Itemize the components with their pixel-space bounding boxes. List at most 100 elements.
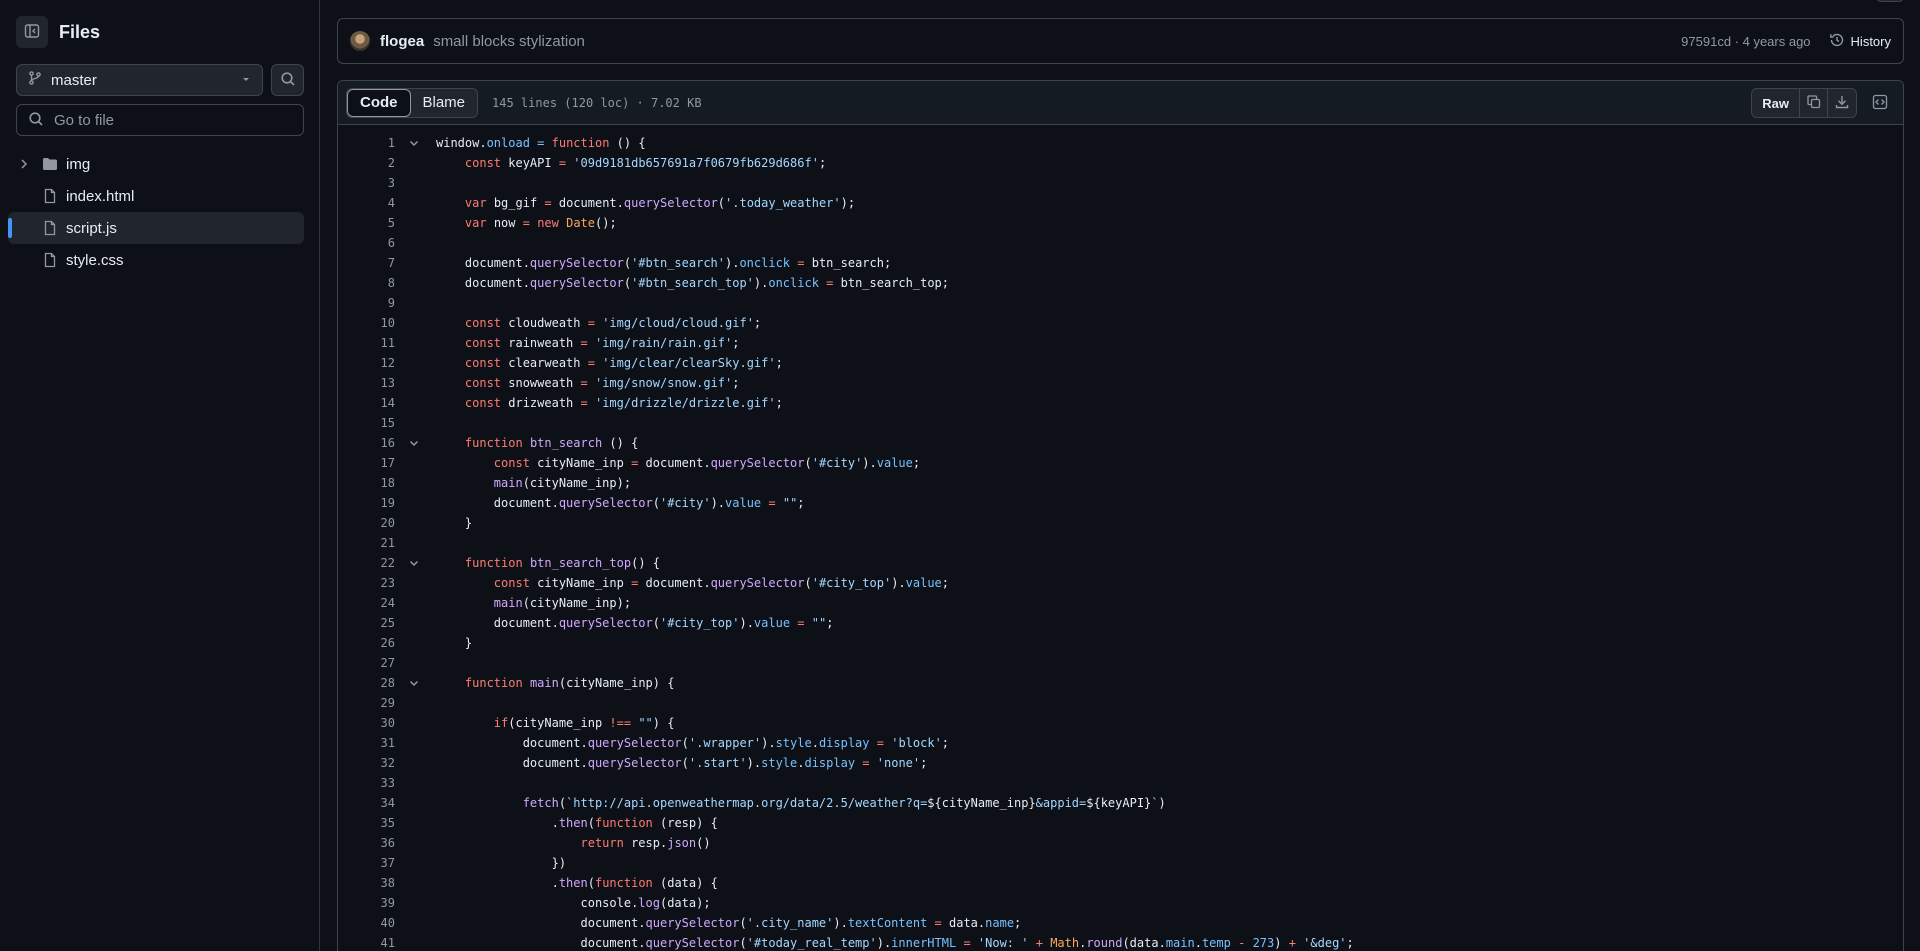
line-number[interactable]: 6 — [338, 236, 395, 250]
file-tree-sidebar: Files master Go to file img index.html s… — [0, 0, 320, 951]
symbols-panel-button[interactable] — [1865, 88, 1895, 118]
line-number[interactable]: 22 — [338, 556, 395, 570]
commit-author-link[interactable]: flogea — [380, 33, 424, 50]
code-line: 29 — [338, 693, 1903, 713]
line-number[interactable]: 39 — [338, 896, 395, 910]
line-number[interactable]: 18 — [338, 476, 395, 490]
fold-chevron-icon[interactable] — [395, 557, 433, 569]
avatar[interactable] — [350, 31, 370, 51]
line-number[interactable]: 37 — [338, 856, 395, 870]
chevron-right-icon[interactable] — [18, 158, 34, 170]
line-number[interactable]: 27 — [338, 656, 395, 670]
line-number[interactable]: 21 — [338, 536, 395, 550]
download-raw-button[interactable] — [1828, 89, 1856, 117]
code-line: 7 document.querySelector('#btn_search').… — [338, 253, 1903, 273]
line-number[interactable]: 2 — [338, 156, 395, 170]
line-number[interactable]: 7 — [338, 256, 395, 270]
commit-meta[interactable]: 97591cd · 4 years ago — [1681, 34, 1810, 49]
line-number[interactable]: 17 — [338, 456, 395, 470]
line-number[interactable]: 34 — [338, 796, 395, 810]
line-number[interactable]: 31 — [338, 736, 395, 750]
collapse-sidebar-button[interactable] — [16, 16, 48, 48]
line-number[interactable]: 4 — [338, 196, 395, 210]
line-number[interactable]: 25 — [338, 616, 395, 630]
fold-chevron-icon[interactable] — [395, 677, 433, 689]
line-number[interactable]: 28 — [338, 676, 395, 690]
code-line: 19 document.querySelector('#city').value… — [338, 493, 1903, 513]
copy-raw-button[interactable] — [1800, 89, 1828, 117]
code-line: 15 — [338, 413, 1903, 433]
tree-item-label: index.html — [66, 187, 135, 205]
tab-blame[interactable]: Blame — [411, 89, 478, 117]
code-text: const cloudweath = 'img/cloud/cloud.gif'… — [464, 316, 762, 330]
latest-commit-bar: flogea small blocks stylization 97591cd … — [337, 18, 1904, 64]
line-number[interactable]: 29 — [338, 696, 395, 710]
line-number[interactable]: 41 — [338, 936, 395, 950]
code-line: 34 fetch(`http://api.openweathermap.org/… — [338, 793, 1903, 813]
branch-selector[interactable]: master — [16, 64, 263, 96]
code-text: fetch(`http://api.openweathermap.org/dat… — [522, 796, 1166, 810]
top-toolbar-button-edge[interactable] — [1876, 0, 1904, 2]
history-label: History — [1850, 33, 1891, 49]
code-square-icon — [1872, 94, 1888, 113]
line-number[interactable]: 32 — [338, 756, 395, 770]
go-to-file-field[interactable] — [16, 104, 304, 136]
line-number[interactable]: 16 — [338, 436, 395, 450]
code-text: document.querySelector('.wrapper').style… — [436, 736, 950, 750]
line-number[interactable]: 26 — [338, 636, 395, 650]
code-view[interactable]: 1 window.onload = function () {2 const ke… — [338, 125, 1903, 951]
line-number[interactable]: 1 — [338, 136, 395, 150]
code-line: 12 const clearweath = 'img/clear/clearSk… — [338, 353, 1903, 373]
line-number[interactable]: 13 — [338, 376, 395, 390]
line-number[interactable]: 14 — [338, 396, 395, 410]
code-line: 31 document.querySelector('.wrapper').st… — [338, 733, 1903, 753]
line-number[interactable]: 20 — [338, 516, 395, 530]
line-number[interactable]: 36 — [338, 836, 395, 850]
line-number[interactable]: 10 — [338, 316, 395, 330]
tree-item-index-html[interactable]: index.html — [8, 180, 304, 212]
code-line: 27 — [338, 653, 1903, 673]
line-number[interactable]: 24 — [338, 596, 395, 610]
raw-button[interactable]: Raw — [1752, 89, 1800, 117]
fold-chevron-icon[interactable] — [395, 437, 433, 449]
code-line: 36 return resp.json() — [338, 833, 1903, 853]
code-line: 10 const cloudweath = 'img/cloud/cloud.g… — [338, 313, 1903, 333]
go-to-file-input[interactable] — [54, 111, 292, 129]
code-text: document.querySelector('.start').style.d… — [436, 756, 928, 770]
code-text: }) — [436, 856, 567, 870]
line-number[interactable]: 40 — [338, 916, 395, 930]
commit-message-link[interactable]: small blocks stylization — [433, 33, 585, 50]
copy-icon — [1806, 94, 1822, 113]
line-number[interactable]: 38 — [338, 876, 395, 890]
tab-code[interactable]: Code — [347, 88, 411, 117]
line-number[interactable]: 19 — [338, 496, 395, 510]
tree-item-script-js[interactable]: script.js — [8, 212, 304, 244]
code-text: const rainweath = 'img/rain/rain.gif'; — [464, 336, 740, 350]
line-number[interactable]: 3 — [338, 176, 395, 190]
code-line: 6 — [338, 233, 1903, 253]
line-number[interactable]: 15 — [338, 416, 395, 430]
code-line: 28 function main(cityName_inp) { — [338, 673, 1903, 693]
fold-chevron-icon[interactable] — [395, 137, 433, 149]
line-number[interactable]: 8 — [338, 276, 395, 290]
history-button[interactable]: History — [1829, 32, 1891, 51]
line-number[interactable]: 12 — [338, 356, 395, 370]
code-text: if(cityName_inp !== "") { — [493, 716, 675, 730]
line-number[interactable]: 30 — [338, 716, 395, 730]
line-number[interactable]: 33 — [338, 776, 395, 790]
code-line: 39 console.log(data); — [338, 893, 1903, 913]
code-text: const snowweath = 'img/snow/snow.gif'; — [464, 376, 740, 390]
sidebar-header: Files — [16, 16, 100, 48]
file-info: 145 lines (120 loc) · 7.02 KB — [492, 95, 702, 110]
line-number[interactable]: 23 — [338, 576, 395, 590]
folder-icon — [42, 156, 58, 172]
tree-item-style-css[interactable]: style.css — [8, 244, 304, 276]
sidebar-collapse-icon — [24, 23, 40, 42]
tree-item-img-folder[interactable]: img — [8, 148, 304, 180]
search-files-button[interactable] — [271, 64, 304, 96]
line-number[interactable]: 5 — [338, 216, 395, 230]
git-branch-icon — [27, 70, 43, 90]
line-number[interactable]: 9 — [338, 296, 395, 310]
line-number[interactable]: 11 — [338, 336, 395, 350]
line-number[interactable]: 35 — [338, 816, 395, 830]
